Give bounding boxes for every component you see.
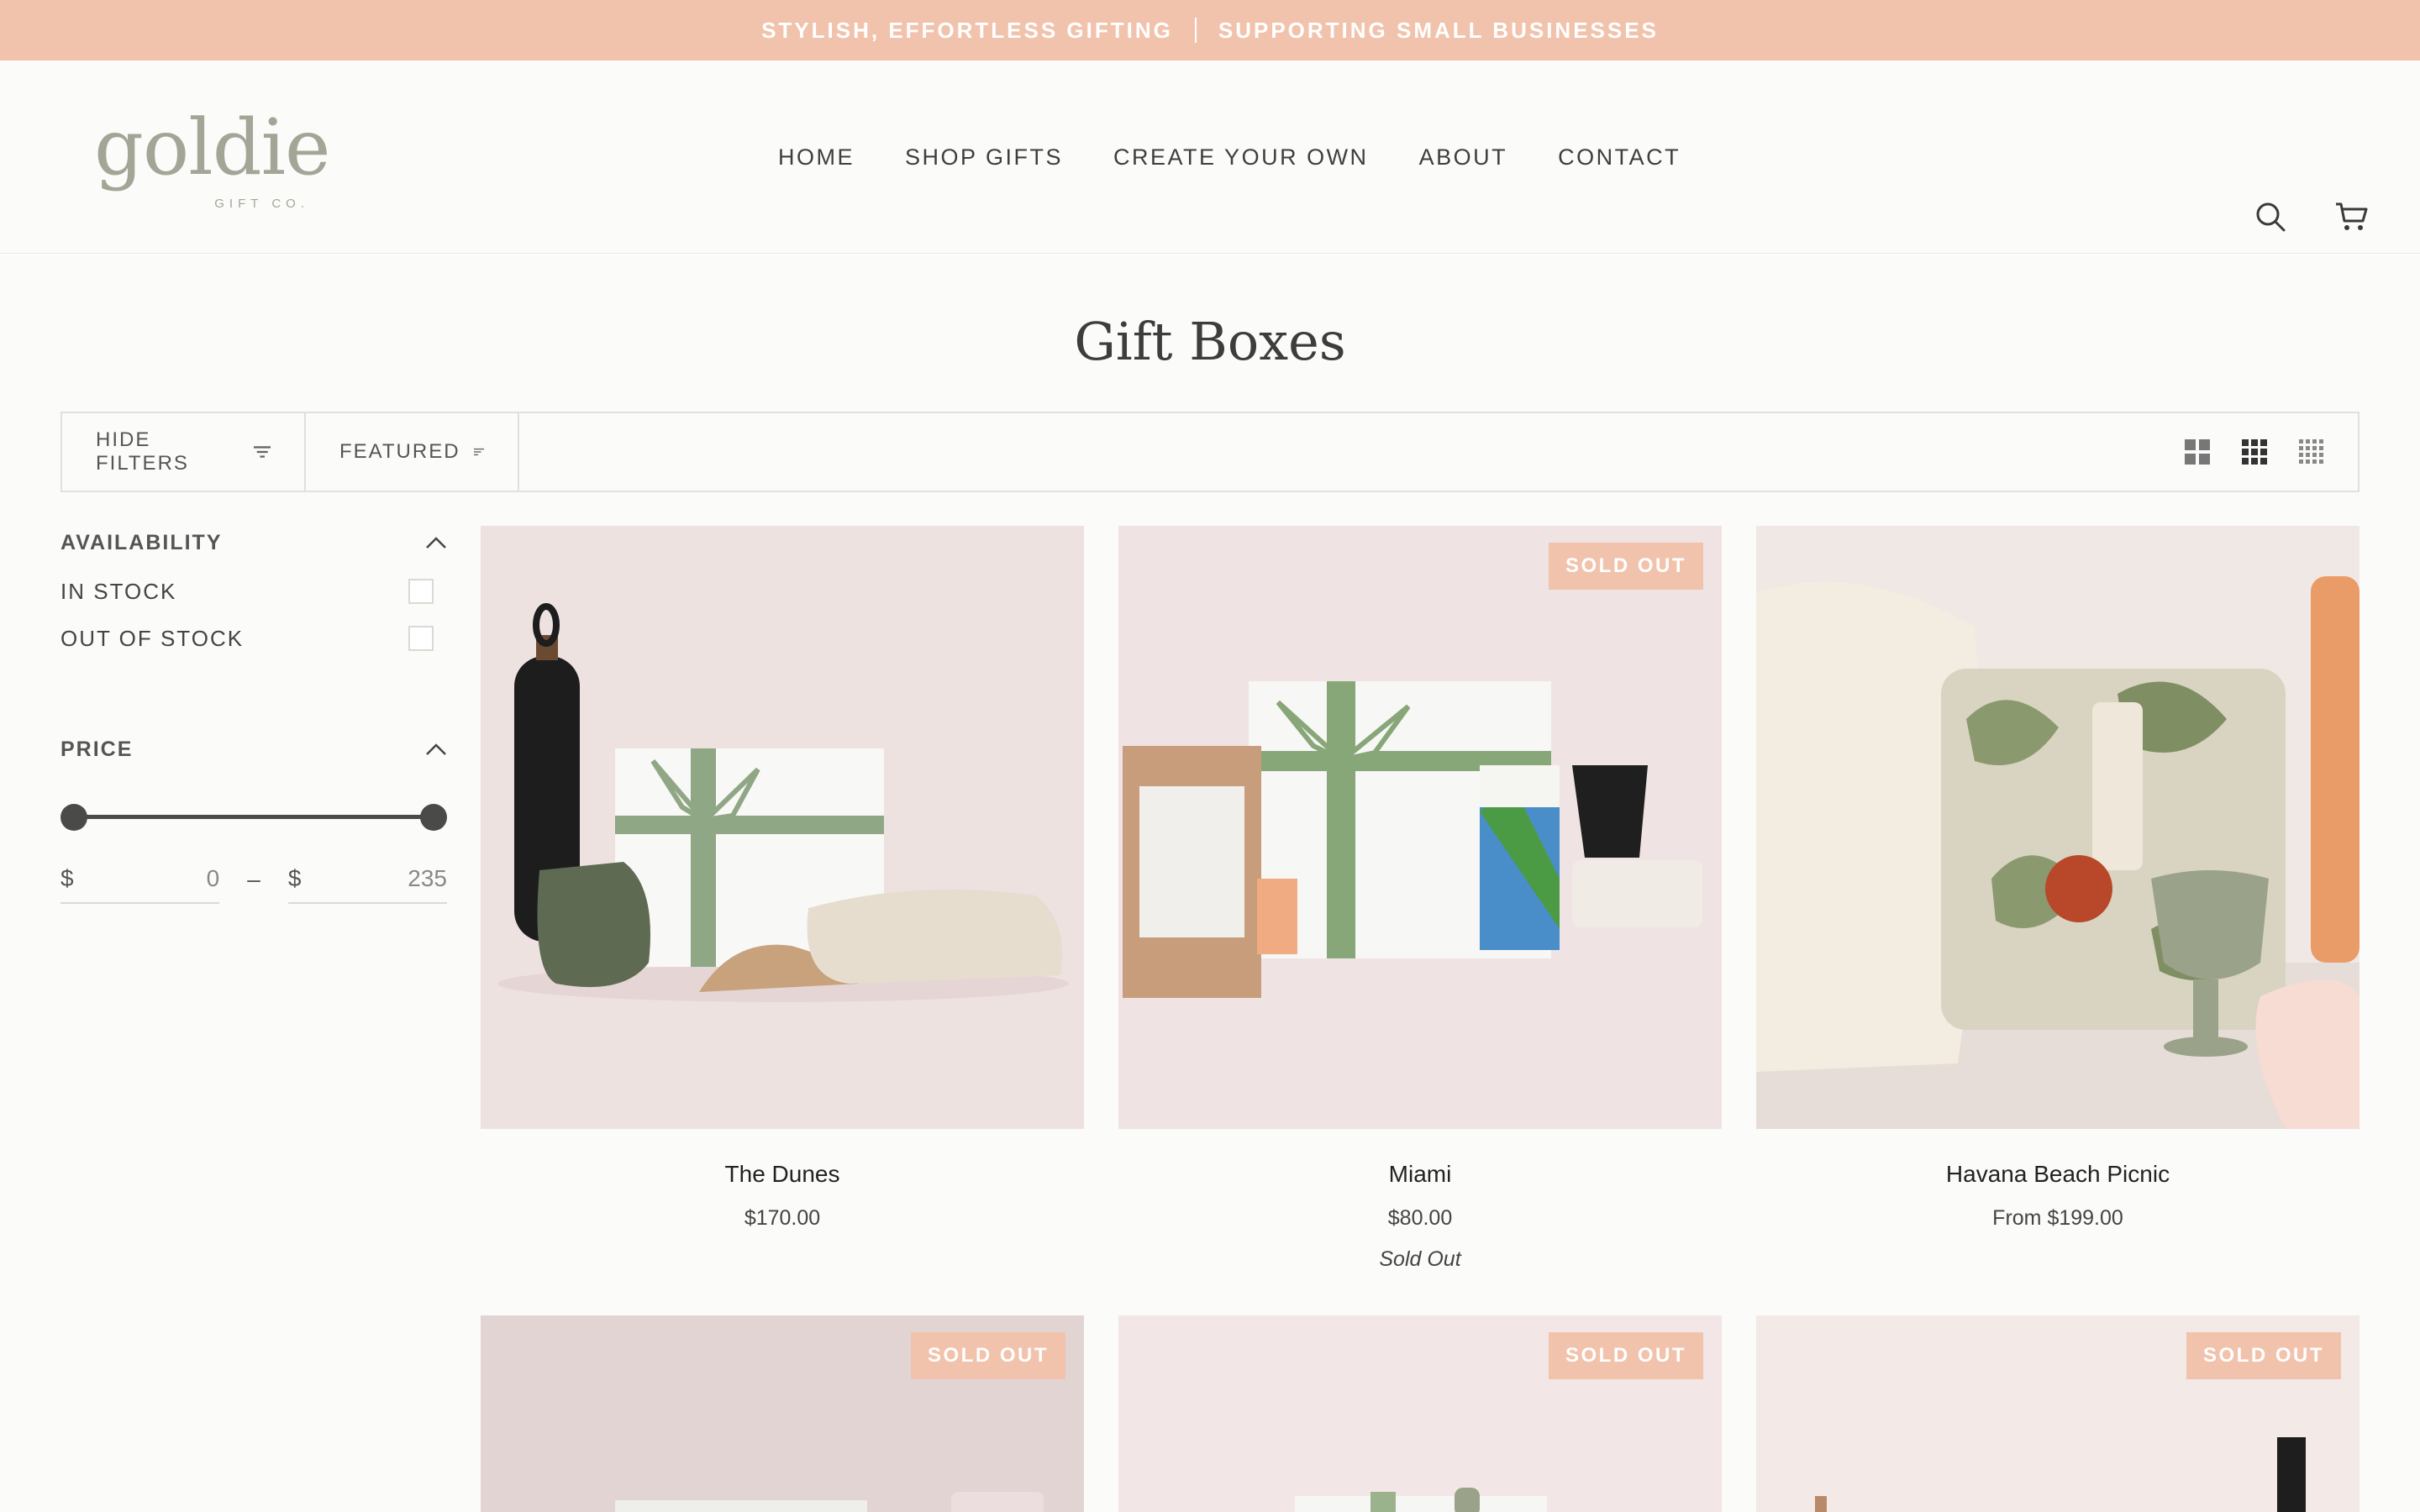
product-image[interactable]: SOLD OUT: [1118, 1315, 1722, 1512]
product-card[interactable]: SOLD OUT Miami $80.00 Sold Out: [1118, 526, 1722, 1272]
price-min-handle[interactable]: [60, 804, 87, 831]
product-name[interactable]: The Dunes: [481, 1161, 1084, 1188]
product-card[interactable]: Havana Beach Picnic From $199.00: [1756, 526, 2360, 1231]
brand-subtitle: GIFT CO.: [214, 197, 309, 211]
header-actions: [2254, 200, 2368, 234]
sold-out-badge: SOLD OUT: [1549, 543, 1703, 590]
filter-sidebar: AVAILABILITY IN STOCK OUT OF STOCK PRICE…: [60, 528, 447, 904]
nav-shop-gifts[interactable]: SHOP GIFTS: [905, 144, 1063, 171]
product-price: $170.00: [744, 1206, 821, 1230]
brand-wordmark: goldie: [94, 102, 330, 192]
grid-3-icon[interactable]: [2242, 439, 2267, 465]
main-nav: HOME SHOP GIFTS CREATE YOUR OWN ABOUT CO…: [778, 60, 1731, 254]
product-price: $80.00: [1387, 1206, 1453, 1230]
product-image[interactable]: [1756, 526, 2360, 1129]
availability-heading: AVAILABILITY: [60, 530, 223, 554]
site-header: goldie GIFT CO. HOME SHOP GIFTS CREATE Y…: [0, 60, 2420, 254]
product-card[interactable]: SOLD OUT: [481, 1315, 1084, 1512]
page-title: Gift Boxes: [1074, 311, 1346, 372]
price-heading: PRICE: [60, 737, 134, 761]
nav-create-your-own[interactable]: CREATE YOUR OWN: [1113, 144, 1369, 171]
sort-label: FEATURED: [339, 440, 460, 463]
product-name[interactable]: Miami: [1118, 1161, 1722, 1188]
price-max-value: 235: [408, 865, 447, 891]
product-image[interactable]: SOLD OUT: [481, 1315, 1084, 1512]
sold-out-badge: SOLD OUT: [2186, 1332, 2341, 1379]
announcement-left: STYLISH, EFFORTLESS GIFTING: [761, 17, 1173, 43]
price-inputs: $ 0 – $ 235: [60, 855, 447, 904]
cart-icon[interactable]: [2334, 200, 2368, 234]
filter-in-stock-label: IN STOCK: [60, 578, 177, 604]
grid-switcher: [2185, 413, 2358, 491]
grid-4-icon[interactable]: [2299, 439, 2324, 465]
price-max-field[interactable]: $ 235: [287, 855, 447, 904]
announcement-right: SUPPORTING SMALL BUSINESSES: [1218, 17, 1659, 43]
nav-contact[interactable]: CONTACT: [1558, 144, 1681, 171]
chevron-up-icon: [426, 537, 446, 549]
price-separator: –: [247, 866, 260, 892]
nav-about[interactable]: ABOUT: [1419, 144, 1508, 171]
product-price: From $199.00: [1992, 1206, 2123, 1230]
collection-toolbar: HIDE FILTERS FEATURED: [60, 412, 2360, 492]
currency-symbol: $: [60, 865, 74, 891]
price-range-slider[interactable]: [60, 800, 447, 833]
sort-button[interactable]: FEATURED: [306, 413, 519, 491]
sort-icon: [473, 448, 484, 456]
product-card[interactable]: SOLD OUT: [1756, 1315, 2360, 1512]
sold-out-badge: SOLD OUT: [1549, 1332, 1703, 1379]
product-card[interactable]: The Dunes $170.00: [481, 526, 1084, 1231]
product-image[interactable]: SOLD OUT: [1118, 526, 1722, 1129]
hide-filters-label: HIDE FILTERS: [96, 428, 189, 475]
nav-home[interactable]: HOME: [778, 144, 855, 171]
currency-symbol: $: [287, 865, 302, 891]
filter-out-of-stock-label: OUT OF STOCK: [60, 625, 245, 651]
grid-2-icon[interactable]: [2185, 439, 2210, 465]
out-of-stock-checkbox[interactable]: [408, 626, 434, 651]
price-max-handle[interactable]: [420, 804, 447, 831]
chevron-up-icon: [426, 743, 446, 755]
filter-out-of-stock[interactable]: OUT OF STOCK: [60, 615, 447, 662]
filter-in-stock[interactable]: IN STOCK: [60, 568, 447, 615]
search-icon[interactable]: [2254, 200, 2287, 234]
price-min-field[interactable]: $ 0: [60, 855, 220, 904]
announcement-bar: STYLISH, EFFORTLESS GIFTING SUPPORTING S…: [0, 0, 2420, 60]
product-status: Sold Out: [1379, 1247, 1461, 1271]
product-image[interactable]: [481, 526, 1084, 1129]
hide-filters-button[interactable]: HIDE FILTERS: [62, 413, 306, 491]
product-image[interactable]: SOLD OUT: [1756, 1315, 2360, 1512]
sold-out-badge: SOLD OUT: [911, 1332, 1065, 1379]
brand-logo[interactable]: goldie GIFT CO.: [94, 102, 330, 212]
in-stock-checkbox[interactable]: [408, 579, 434, 604]
filter-icon: [253, 446, 271, 458]
product-card[interactable]: SOLD OUT: [1118, 1315, 1722, 1512]
price-slider-track: [76, 815, 432, 819]
announcement-divider: [1194, 18, 1197, 43]
product-name[interactable]: Havana Beach Picnic: [1756, 1161, 2360, 1188]
price-min-value: 0: [206, 865, 220, 891]
availability-filter-toggle[interactable]: AVAILABILITY: [60, 528, 447, 558]
price-filter-toggle[interactable]: PRICE: [60, 734, 447, 764]
